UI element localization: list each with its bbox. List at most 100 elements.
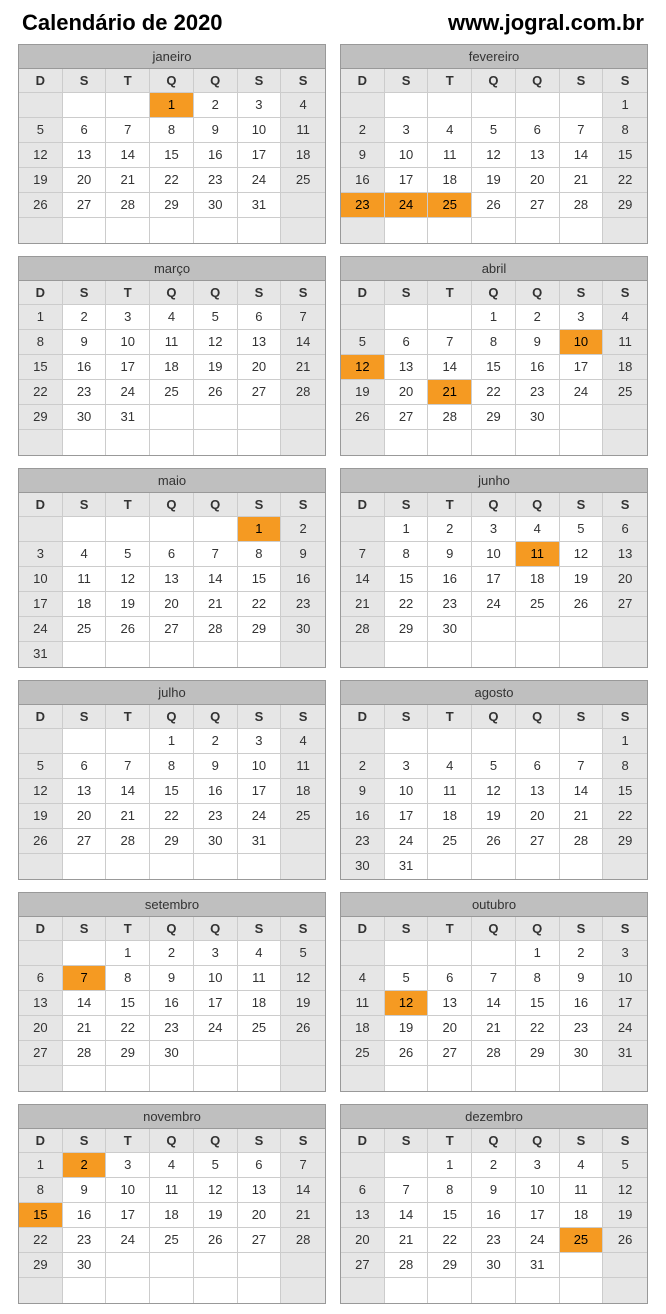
day-cell (194, 517, 238, 542)
day-cell: 9 (341, 143, 385, 168)
day-cell: 19 (560, 567, 604, 592)
day-cell: 28 (63, 1041, 107, 1066)
month-novembro: novembroDSTQQSS1234567891011121314151617… (18, 1104, 326, 1304)
week-row (19, 430, 325, 455)
day-cell (63, 854, 107, 879)
day-cell: 15 (472, 355, 516, 380)
day-cell: 1 (472, 305, 516, 330)
month-outubro: outubroDSTQQSS12345678910111213141516171… (340, 892, 648, 1092)
week-row (19, 1066, 325, 1091)
day-cell: 9 (194, 118, 238, 143)
day-cell: 27 (63, 193, 107, 218)
day-cell: 11 (428, 779, 472, 804)
weekday-label: Q (516, 281, 560, 305)
day-cell (341, 93, 385, 118)
day-cell: 19 (385, 1016, 429, 1041)
weekday-label: Q (516, 1129, 560, 1153)
day-cell: 30 (560, 1041, 604, 1066)
day-cell: 12 (19, 779, 63, 804)
day-cell: 2 (428, 517, 472, 542)
day-cell: 28 (472, 1041, 516, 1066)
day-cell: 5 (19, 754, 63, 779)
weekday-label: Q (150, 281, 194, 305)
weekday-label: S (281, 69, 325, 93)
day-cell (428, 941, 472, 966)
day-cell: 9 (516, 330, 560, 355)
day-cell: 26 (472, 829, 516, 854)
day-cell: 6 (63, 118, 107, 143)
weekday-label: T (106, 1129, 150, 1153)
day-cell: 4 (238, 941, 282, 966)
day-cell (560, 405, 604, 430)
day-cell: 31 (19, 642, 63, 667)
weekday-label: T (428, 705, 472, 729)
day-cell: 8 (106, 966, 150, 991)
day-cell: 27 (341, 1253, 385, 1278)
week-row: 2627282930 (341, 405, 647, 430)
day-cell: 11 (238, 966, 282, 991)
day-cell (428, 430, 472, 455)
day-cell: 26 (194, 1228, 238, 1253)
day-cell (106, 517, 150, 542)
weekday-label: D (19, 1129, 63, 1153)
month-março: marçoDSTQQSS1234567891011121314151617181… (18, 256, 326, 456)
weekday-label: D (341, 705, 385, 729)
day-cell: 17 (385, 804, 429, 829)
day-cell (150, 1066, 194, 1091)
day-cell: 21 (385, 1228, 429, 1253)
day-cell: 25 (603, 380, 647, 405)
day-cell (63, 729, 107, 754)
day-cell: 27 (516, 829, 560, 854)
day-cell: 4 (560, 1153, 604, 1178)
day-cell: 24 (472, 592, 516, 617)
day-cell (603, 1066, 647, 1091)
week-row: 891011121314 (19, 1178, 325, 1203)
day-cell: 10 (603, 966, 647, 991)
day-cell (516, 729, 560, 754)
day-cell (603, 642, 647, 667)
day-cell: 15 (603, 779, 647, 804)
day-cell: 17 (106, 355, 150, 380)
day-cell: 3 (603, 941, 647, 966)
day-cell: 22 (106, 1016, 150, 1041)
day-cell: 2 (63, 305, 107, 330)
week-row: 14151617181920 (341, 567, 647, 592)
week-row: 45678910 (341, 966, 647, 991)
day-cell (281, 1041, 325, 1066)
week-row: 23242526272829 (341, 193, 647, 218)
day-cell: 9 (428, 542, 472, 567)
week-row: 78910111213 (341, 542, 647, 567)
day-cell: 8 (19, 330, 63, 355)
day-cell: 10 (106, 1178, 150, 1203)
week-row (19, 1278, 325, 1303)
day-cell: 7 (560, 754, 604, 779)
day-cell: 11 (516, 542, 560, 567)
day-cell (63, 93, 107, 118)
weekday-label: Q (150, 493, 194, 517)
day-cell: 25 (428, 193, 472, 218)
day-cell: 28 (428, 405, 472, 430)
day-cell (385, 93, 429, 118)
day-cell: 25 (341, 1041, 385, 1066)
week-row (341, 1066, 647, 1091)
day-cell: 2 (560, 941, 604, 966)
day-cell: 24 (238, 804, 282, 829)
day-cell: 30 (516, 405, 560, 430)
day-cell (385, 1278, 429, 1303)
day-cell: 25 (281, 168, 325, 193)
day-cell: 3 (385, 118, 429, 143)
day-cell: 17 (385, 168, 429, 193)
day-cell: 20 (385, 380, 429, 405)
day-cell: 6 (341, 1178, 385, 1203)
weekday-label: S (385, 1129, 429, 1153)
day-cell (603, 617, 647, 642)
month-title: janeiro (19, 45, 325, 69)
weekday-label: S (385, 69, 429, 93)
weekday-label: S (63, 917, 107, 941)
month-title: fevereiro (341, 45, 647, 69)
day-cell: 7 (428, 330, 472, 355)
month-setembro: setembroDSTQQSS1234567891011121314151617… (18, 892, 326, 1092)
weekday-label: S (603, 705, 647, 729)
day-cell: 24 (194, 1016, 238, 1041)
day-cell: 12 (341, 355, 385, 380)
